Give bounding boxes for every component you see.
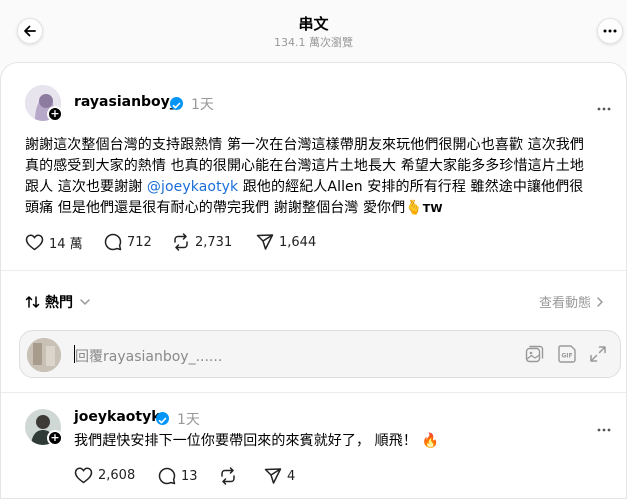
avatar [27,338,61,372]
image-button[interactable] [525,345,544,368]
post-time: 1天 [191,97,214,113]
comment-count: 712 [127,234,152,250]
reply-body: 我們趕快安排下一位你要帶回來的來賓就好了， 順飛！ 🔥 [74,431,594,452]
comment-icon [104,233,122,251]
flag-label: TW [422,202,443,215]
reply-like-count: 2,608 [98,468,136,483]
svg-text:GIF: GIF [561,353,572,360]
divider [1,270,626,271]
follow-plus-icon[interactable]: + [47,430,63,446]
divider [1,392,626,393]
header-more-button[interactable] [597,18,623,44]
reply-repost-button[interactable] [219,467,242,485]
thread-header: 串文 134.1 萬次瀏覽 [0,0,627,58]
view-activity-link[interactable]: 查看動態 [539,292,604,311]
heart-icon [25,234,44,251]
repost-count: 2,731 [195,234,233,250]
reply-like-button[interactable]: 2,608 [74,467,135,484]
repost-icon [221,467,235,485]
sort-dropdown[interactable]: 熱門 [25,292,91,312]
more-icon [597,107,611,111]
thread-card: + rayasianboy_ 1天 謝謝這次整個台灣的支持跟熱情 第一次在台灣這… [0,62,627,499]
share-icon [256,234,274,250]
share-count: 1,644 [279,234,317,250]
post-more-button[interactable] [597,96,611,115]
image-icon [525,345,544,363]
more-icon [603,29,617,33]
hand-emoji: 🫰 [405,200,423,216]
view-count: 134.1 萬次瀏覽 [274,36,353,49]
repost-button[interactable]: 2,731 [172,233,232,251]
heart-icon [74,467,93,484]
more-icon [597,428,611,432]
repost-icon [174,233,188,251]
verified-icon [170,97,183,110]
verified-icon [156,412,169,425]
reply-input[interactable]: 回覆rayasianboy_...... [75,346,222,366]
gif-icon: GIF [558,345,576,363]
like-count: 14 萬 [49,237,83,252]
like-button[interactable]: 14 萬 [25,233,83,252]
reply-composer[interactable]: 回覆rayasianboy_...... GIF [19,330,621,378]
reply-comment-button[interactable]: 13 [158,467,198,485]
reply-username[interactable]: joeykaotyk [74,409,161,425]
sort-label: 熱門 [45,295,73,311]
view-activity-label: 查看動態 [539,296,592,311]
page-title: 串文 [298,15,329,33]
share-button[interactable]: 1,644 [256,233,316,251]
reply-text: 我們趕快安排下一位你要帶回來的來賓就好了， 順飛！ [74,433,417,449]
fire-emoji: 🔥 [421,433,440,449]
reply-more-button[interactable] [597,417,611,436]
reply-comment-count: 13 [181,468,198,484]
follow-plus-icon[interactable]: + [47,106,63,122]
post-body: 謝謝這次整個台灣的支持跟熱情 第一次在台灣這樣帶朋友來玩他們很開心也喜歡 這次我… [25,135,595,219]
comment-button[interactable]: 712 [104,233,152,251]
expand-button[interactable] [589,345,607,367]
reply-share-count: 4 [287,468,296,484]
expand-icon [590,346,606,362]
reply-time: 1天 [177,412,200,428]
gif-button[interactable]: GIF [557,344,577,368]
share-icon [264,468,282,484]
sort-icon [25,296,40,308]
chevron-down-icon [80,299,90,305]
comment-icon [158,467,176,485]
mention-link[interactable]: @joeykaotyk [147,179,238,195]
chevron-right-icon [597,296,603,307]
reply-share-button[interactable]: 4 [264,467,295,485]
post-username[interactable]: rayasianboy_ [74,94,177,110]
